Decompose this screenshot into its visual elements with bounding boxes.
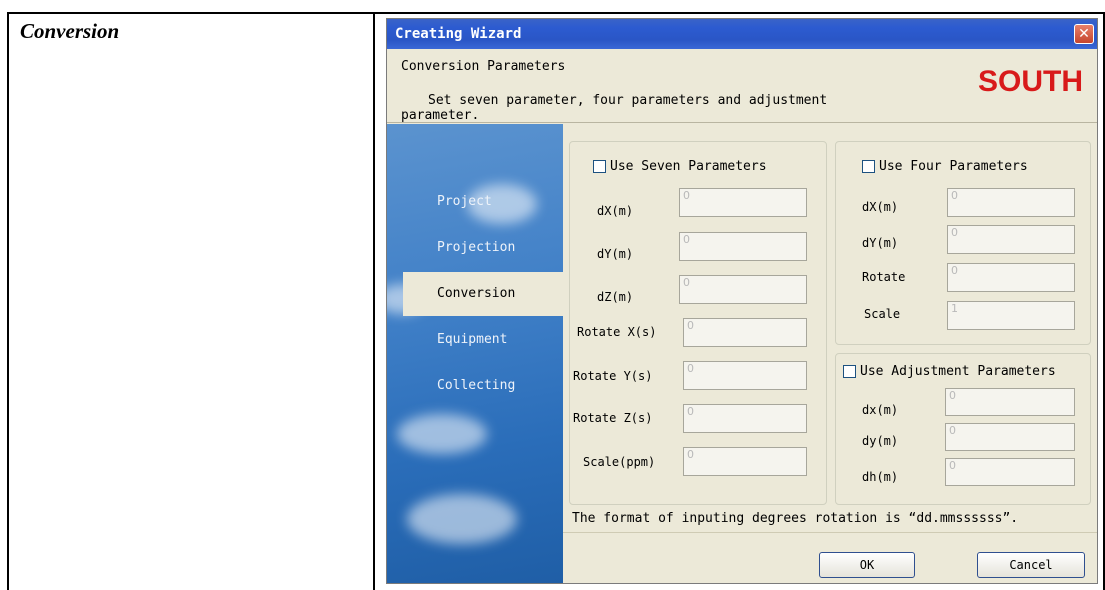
seven-dx-input[interactable]: 0 <box>679 188 807 217</box>
table-border <box>373 12 375 590</box>
four-dx-label: dX(m) <box>862 200 899 214</box>
checkbox-label: Use Four Parameters <box>879 159 1028 174</box>
adj-dh-input[interactable]: 0 <box>945 458 1075 486</box>
four-dy-label: dY(m) <box>862 236 899 250</box>
wizard-header: Conversion Parameters Set seven paramete… <box>387 49 1097 123</box>
nav-label: Conversion <box>437 286 516 301</box>
creating-wizard-dialog: Creating Wizard ✕ Conversion Parameters … <box>386 18 1098 584</box>
seven-dy-input[interactable]: 0 <box>679 232 807 261</box>
use-four-parameters-checkbox[interactable]: Use Four Parameters <box>862 159 1028 174</box>
scale-ppm-label: Scale(ppm) <box>583 455 656 469</box>
rotate-z-input[interactable]: 0 <box>683 404 807 433</box>
rotate-y-input[interactable]: 0 <box>683 361 807 390</box>
four-dy-input[interactable]: 0 <box>947 225 1075 254</box>
seven-dz-input[interactable]: 0 <box>679 275 807 304</box>
rotate-x-input[interactable]: 0 <box>683 318 807 347</box>
table-border <box>7 12 1105 14</box>
header-title: Conversion Parameters <box>401 59 566 74</box>
nav-label: Projection <box>437 240 516 255</box>
nav-item-project[interactable]: Project <box>387 180 563 224</box>
adj-dy-label: dy(m) <box>862 434 899 448</box>
use-seven-parameters-checkbox[interactable]: Use Seven Parameters <box>593 159 767 174</box>
four-scale-input[interactable]: 1 <box>947 301 1075 330</box>
nav-label: Collecting <box>437 378 516 393</box>
seven-dz-label: dZ(m) <box>597 290 634 304</box>
window-title: Creating Wizard <box>395 26 522 42</box>
seven-dx-label: dX(m) <box>597 204 634 218</box>
adj-dh-label: dh(m) <box>862 470 899 484</box>
rotation-format-note: The format of inputing degrees rotation … <box>572 511 1019 526</box>
header-description: Set seven parameter, four parameters and… <box>401 93 828 123</box>
checkbox-box[interactable] <box>862 160 875 173</box>
rotate-x-label: Rotate X(s) <box>577 325 657 339</box>
nav-item-conversion[interactable]: Conversion <box>403 272 563 316</box>
checkbox-box[interactable] <box>593 160 606 173</box>
checkbox-label: Use Adjustment Parameters <box>860 364 1056 379</box>
ok-button[interactable]: OK <box>819 552 915 578</box>
adj-dy-input[interactable]: 0 <box>945 423 1075 451</box>
nav-item-projection[interactable]: Projection <box>387 226 563 270</box>
adj-dx-input[interactable]: 0 <box>945 388 1075 416</box>
cloud-decoration <box>407 494 517 544</box>
cloud-decoration <box>397 414 487 454</box>
cancel-button[interactable]: Cancel <box>977 552 1085 578</box>
four-dx-input[interactable]: 0 <box>947 188 1075 217</box>
nav-item-collecting[interactable]: Collecting <box>387 364 563 408</box>
checkbox-label: Use Seven Parameters <box>610 159 767 174</box>
four-rotate-label: Rotate <box>862 270 906 284</box>
wizard-sidebar: Project Projection Conversion Equipment … <box>387 124 563 583</box>
rotate-y-label: Rotate Y(s) <box>573 369 653 383</box>
nav-label: Equipment <box>437 332 508 347</box>
seven-dy-label: dY(m) <box>597 247 634 261</box>
footer-divider <box>563 532 1097 533</box>
nav-item-equipment[interactable]: Equipment <box>387 318 563 362</box>
south-logo: SOUTH <box>978 65 1083 98</box>
rotate-z-label: Rotate Z(s) <box>573 411 653 425</box>
four-rotate-input[interactable]: 0 <box>947 263 1075 292</box>
close-icon: ✕ <box>1078 26 1090 42</box>
adj-dx-label: dx(m) <box>862 403 899 417</box>
close-button[interactable]: ✕ <box>1074 24 1094 44</box>
nav-label: Project <box>437 194 492 209</box>
scale-ppm-input[interactable]: 0 <box>683 447 807 476</box>
use-adjustment-parameters-checkbox[interactable]: Use Adjustment Parameters <box>843 364 1056 379</box>
checkbox-box[interactable] <box>843 365 856 378</box>
title-bar[interactable]: Creating Wizard ✕ <box>387 19 1097 49</box>
row-label: Conversion <box>20 19 120 43</box>
four-scale-label: Scale <box>864 307 901 321</box>
table-border <box>7 12 9 590</box>
